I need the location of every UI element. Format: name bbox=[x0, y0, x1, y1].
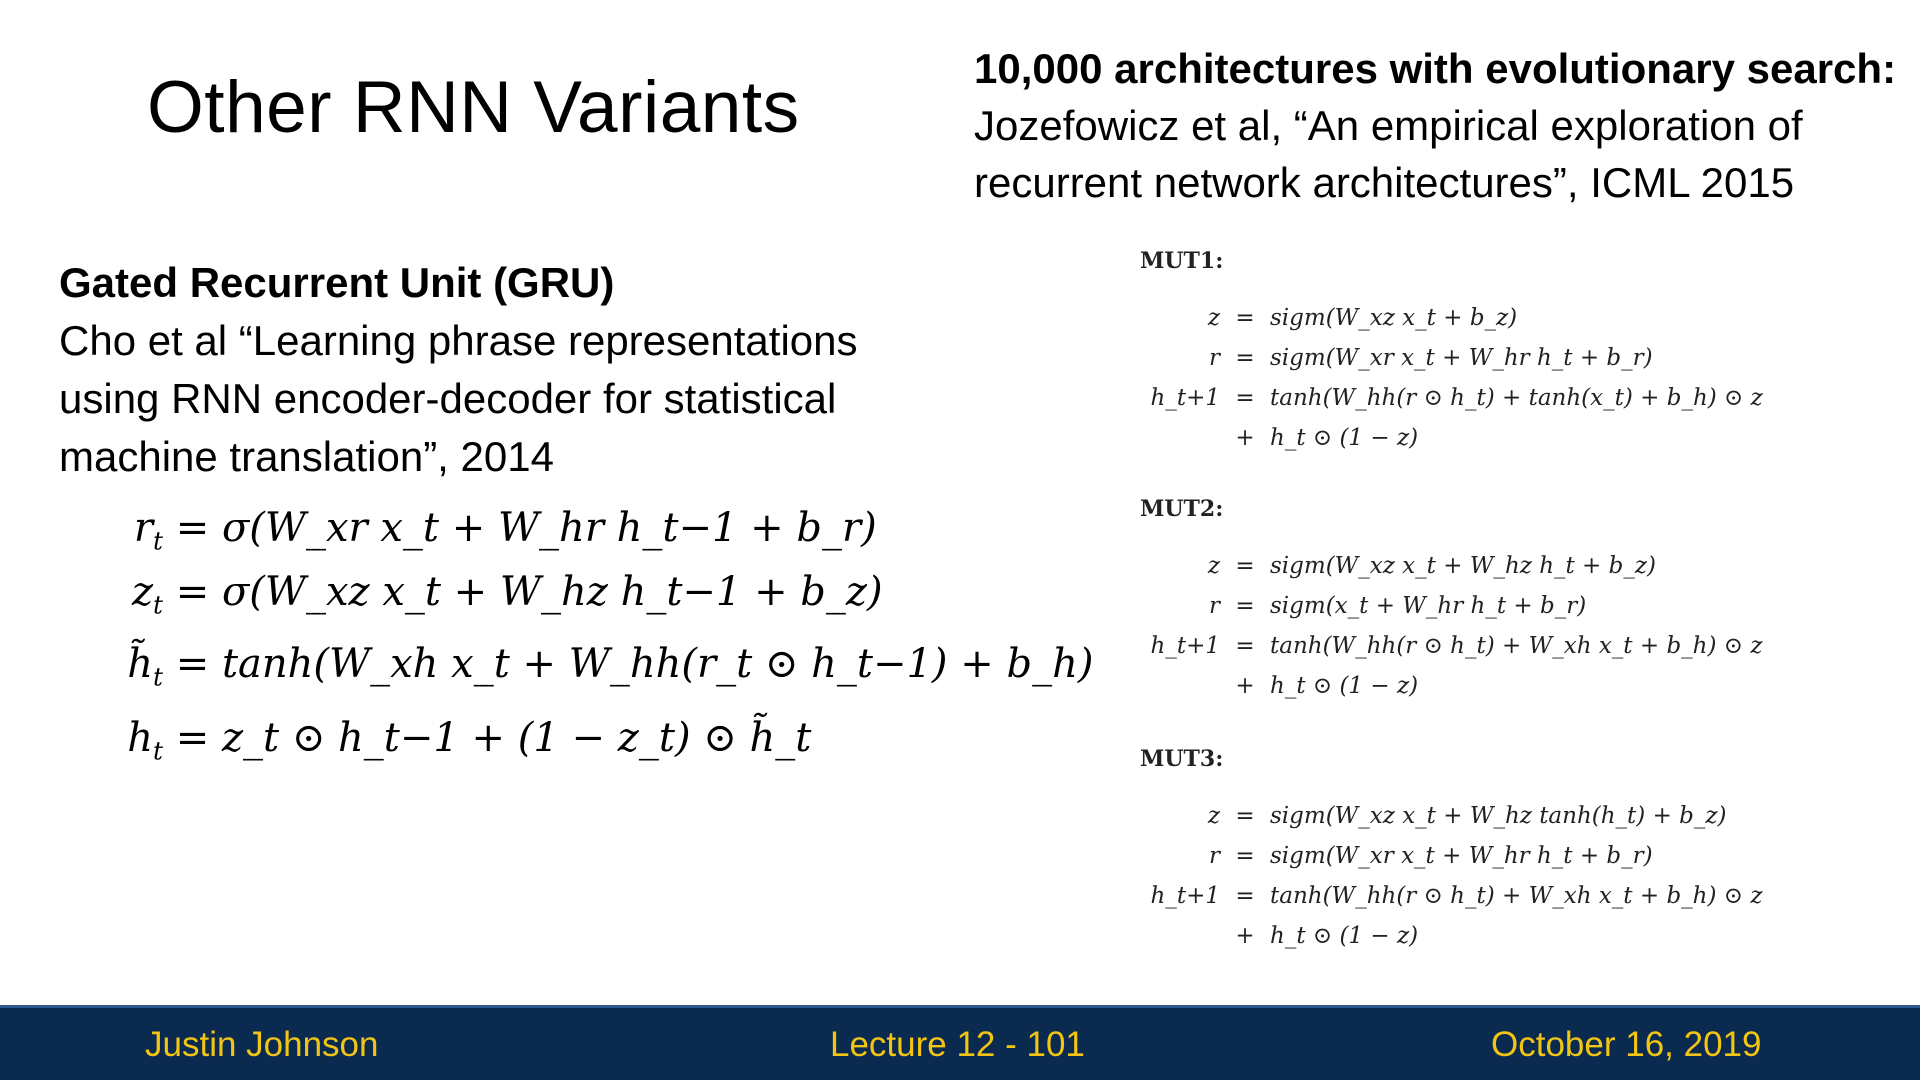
row-operator: = bbox=[1235, 305, 1255, 331]
row-rhs: sigm(x_t + W_hr h_t + b_r) bbox=[1270, 593, 1587, 619]
footer-bar: Justin Johnson Lecture 12 - 101 October … bbox=[0, 1005, 1920, 1080]
row-operator: = bbox=[1235, 843, 1255, 869]
gru-reference: Gated Recurrent Unit (GRU) Cho et al “Le… bbox=[59, 254, 939, 486]
gru-equation-update-gate: zt = σ(W_xz x_t + W_hz h_t−1 + b_z) bbox=[95, 569, 883, 620]
row-rhs: h_t ⊙ (1 − z) bbox=[1270, 673, 1419, 699]
row-lhs: h_t+1 bbox=[1150, 883, 1220, 909]
row-operator: + bbox=[1235, 923, 1255, 949]
equation-lhs-sub: t bbox=[153, 662, 163, 692]
equation-lhs-var: h̃ bbox=[127, 641, 154, 687]
row-lhs: r bbox=[1209, 593, 1220, 619]
row-lhs: z bbox=[1207, 553, 1220, 579]
row-rhs: h_t ⊙ (1 − z) bbox=[1270, 425, 1419, 451]
row-rhs: h_t ⊙ (1 − z) bbox=[1270, 923, 1419, 949]
equation-rhs: = σ(W_xr x_t + W_hr h_t−1 + b_r) bbox=[175, 505, 877, 551]
mut1-label: MUT1: bbox=[1140, 248, 1224, 274]
row-operator: = bbox=[1235, 553, 1255, 579]
gru-citation-line: using RNN encoder-decoder for statistica… bbox=[59, 375, 837, 422]
row-rhs: tanh(W_hh(r ⊙ h_t) + W_xh x_t + b_h) ⊙ z bbox=[1270, 883, 1763, 909]
equation-lhs: ht bbox=[95, 715, 163, 766]
row-lhs: h_t+1 bbox=[1150, 385, 1220, 411]
slide-title: Other RNN Variants bbox=[147, 67, 800, 148]
equation-lhs: h̃t bbox=[95, 641, 163, 692]
row-operator: = bbox=[1235, 803, 1255, 829]
equation-lhs-sub: t bbox=[153, 736, 163, 766]
equation-lhs-sub: t bbox=[153, 526, 163, 556]
gru-citation-line: Cho et al “Learning phrase representatio… bbox=[59, 317, 858, 364]
row-lhs: z bbox=[1207, 305, 1220, 331]
jozefowicz-reference: 10,000 architectures with evolutionary s… bbox=[974, 40, 1904, 211]
equation-rhs: = σ(W_xz x_t + W_hz h_t−1 + b_z) bbox=[175, 569, 883, 615]
footer-date: October 16, 2019 bbox=[1491, 1025, 1762, 1064]
reference-line: recurrent network architectures”, ICML 2… bbox=[974, 159, 1795, 206]
footer-lecture: Lecture 12 - 101 bbox=[830, 1025, 1085, 1064]
reference-line: Jozefowicz et al, “An empirical explorat… bbox=[974, 102, 1803, 149]
row-operator: = bbox=[1235, 385, 1255, 411]
row-operator: = bbox=[1235, 345, 1255, 371]
row-operator: + bbox=[1235, 425, 1255, 451]
slide: Other RNN Variants 10,000 architectures … bbox=[0, 0, 1920, 1080]
equation-lhs-var: r bbox=[133, 505, 154, 551]
mut2-label: MUT2: bbox=[1140, 496, 1224, 522]
footer-author: Justin Johnson bbox=[145, 1025, 379, 1064]
row-rhs: tanh(W_hh(r ⊙ h_t) + tanh(x_t) + b_h) ⊙ … bbox=[1270, 385, 1763, 411]
gru-equation-candidate: h̃t = tanh(W_xh x_t + W_hh(r_t ⊙ h_t−1) … bbox=[95, 641, 1093, 692]
equation-lhs: rt bbox=[95, 505, 163, 556]
equation-lhs-var: z bbox=[131, 569, 154, 615]
row-lhs: r bbox=[1209, 345, 1220, 371]
gru-equation-reset-gate: rt = σ(W_xr x_t + W_hr h_t−1 + b_r) bbox=[95, 505, 877, 556]
row-rhs: sigm(W_xz x_t + b_z) bbox=[1270, 305, 1518, 331]
row-lhs: h_t+1 bbox=[1150, 633, 1220, 659]
gru-citation-line: machine translation”, 2014 bbox=[59, 433, 554, 480]
row-rhs: sigm(W_xr x_t + W_hr h_t + b_r) bbox=[1270, 843, 1653, 869]
row-rhs: sigm(W_xr x_t + W_hr h_t + b_r) bbox=[1270, 345, 1653, 371]
equation-lhs-var: h bbox=[127, 715, 154, 761]
reference-heading: 10,000 architectures with evolutionary s… bbox=[974, 45, 1897, 92]
row-lhs: z bbox=[1207, 803, 1220, 829]
equation-rhs: = z_t ⊙ h_t−1 + (1 − z_t) ⊙ h̃_t bbox=[175, 715, 812, 761]
gru-equation-hidden-state: ht = z_t ⊙ h_t−1 + (1 − z_t) ⊙ h̃_t bbox=[95, 715, 811, 766]
row-lhs: r bbox=[1209, 843, 1220, 869]
footer-divider bbox=[0, 1005, 1920, 1008]
row-operator: = bbox=[1235, 883, 1255, 909]
mut3-label: MUT3: bbox=[1140, 746, 1224, 772]
gru-heading: Gated Recurrent Unit (GRU) bbox=[59, 259, 615, 306]
row-operator: = bbox=[1235, 593, 1255, 619]
equation-lhs-sub: t bbox=[153, 590, 163, 620]
equation-rhs: = tanh(W_xh x_t + W_hh(r_t ⊙ h_t−1) + b_… bbox=[175, 641, 1094, 687]
row-rhs: tanh(W_hh(r ⊙ h_t) + W_xh x_t + b_h) ⊙ z bbox=[1270, 633, 1763, 659]
row-rhs: sigm(W_xz x_t + W_hz h_t + b_z) bbox=[1270, 553, 1656, 579]
equation-lhs: zt bbox=[95, 569, 163, 620]
row-rhs: sigm(W_xz x_t + W_hz tanh(h_t) + b_z) bbox=[1270, 803, 1727, 829]
row-operator: = bbox=[1235, 633, 1255, 659]
row-operator: + bbox=[1235, 673, 1255, 699]
